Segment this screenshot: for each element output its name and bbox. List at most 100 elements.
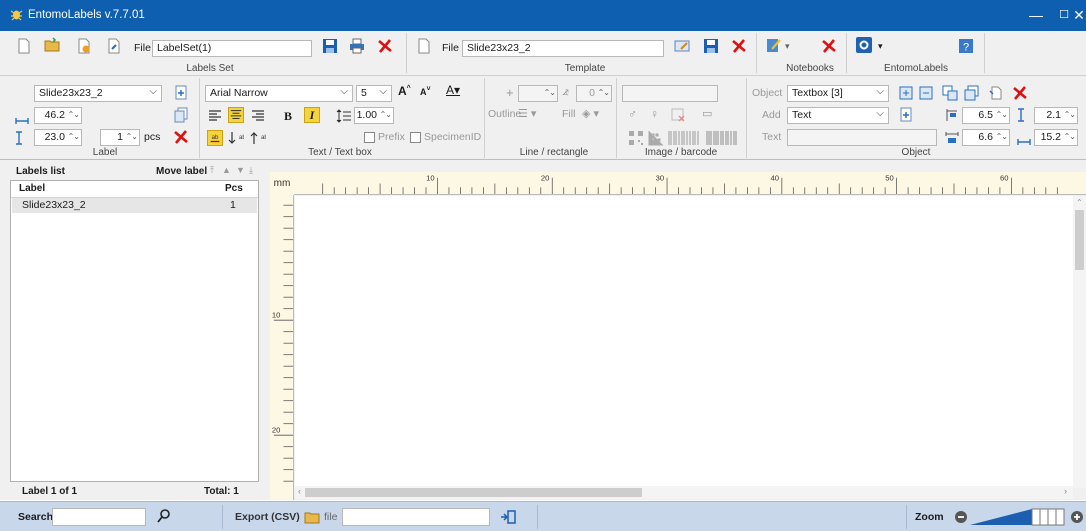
column-label-header[interactable]: Label — [19, 183, 45, 194]
sort-down-icon[interactable]: ab — [228, 130, 244, 146]
export-folder-icon[interactable] — [304, 509, 320, 525]
settings-gear-icon[interactable] — [856, 37, 872, 53]
labels-list[interactable] — [10, 180, 259, 482]
image-path-field[interactable] — [622, 85, 718, 102]
labelset-file-field[interactable]: LabelSet(1) — [152, 40, 312, 57]
save-icon[interactable] — [322, 38, 338, 54]
object-height-spinner[interactable]: 15.2 — [1034, 129, 1078, 146]
labels-list-title: Labels list — [16, 166, 65, 177]
label-width-spinner[interactable]: 46.2 — [34, 107, 82, 124]
object-width-spinner[interactable]: 6.6 — [962, 129, 1010, 146]
import-file-icon[interactable] — [106, 38, 122, 54]
add-object-icon[interactable] — [898, 107, 914, 123]
align-right-icon[interactable] — [250, 108, 266, 124]
export-save-icon[interactable] — [500, 509, 516, 525]
copy-label-icon[interactable] — [173, 107, 189, 123]
delete-x-icon[interactable] — [377, 38, 393, 54]
position-x-spinner[interactable]: 6.5 — [962, 107, 1010, 124]
position-y-spinner[interactable]: 2.1 — [1034, 107, 1078, 124]
specimenid-checkbox[interactable] — [410, 132, 421, 143]
scroll-right-icon[interactable]: › — [1064, 486, 1067, 496]
table-row[interactable]: Slide23x23_2 1 — [12, 198, 257, 213]
notebook-dropdown-arrow-icon[interactable]: ▾ — [785, 41, 790, 52]
move-up-icon[interactable]: ▲ — [222, 165, 231, 175]
duplicate-object-icon[interactable] — [964, 85, 980, 101]
move-front-icon[interactable] — [898, 85, 914, 101]
text-group-title: Text / Text box — [308, 147, 372, 158]
settings-dropdown-arrow-icon[interactable]: ▾ — [878, 41, 883, 52]
new-object-icon[interactable] — [988, 85, 1004, 101]
prefix-checkbox[interactable] — [364, 132, 375, 143]
add-label-icon[interactable] — [173, 85, 189, 101]
italic-button[interactable]: I — [304, 107, 320, 123]
object-width-icon — [945, 132, 959, 143]
column-pcs-header[interactable]: Pcs — [225, 183, 243, 194]
minimize-button[interactable]: — — [1024, 6, 1048, 24]
delete-notebook-icon[interactable] — [821, 38, 837, 54]
datamatrix-icon[interactable] — [648, 130, 664, 146]
move-bottom-icon[interactable]: ⤓ — [249, 165, 253, 176]
label-canvas[interactable] — [295, 196, 1073, 488]
line-width-spinner[interactable] — [518, 85, 558, 102]
line-angle-spinner[interactable]: 0 — [576, 85, 612, 102]
font-size-select[interactable]: 5 — [356, 85, 392, 102]
zoom-in-icon[interactable] — [1069, 509, 1085, 525]
search-icon[interactable] — [156, 508, 172, 524]
qr-code-icon[interactable] — [628, 130, 644, 146]
font-color-icon[interactable]: A▾ — [446, 83, 460, 97]
female-symbol-icon[interactable]: ♀ — [650, 107, 659, 121]
separator — [906, 505, 907, 529]
pcs-spinner[interactable]: 1 — [100, 129, 140, 146]
separator — [846, 33, 847, 73]
scroll-left-icon[interactable]: ‹ — [298, 486, 301, 496]
vertical-scroll-thumb[interactable] — [1075, 210, 1084, 270]
outline-style-select[interactable]: ☰ ▾ — [518, 107, 536, 120]
notebook-edit-icon[interactable] — [766, 37, 782, 53]
zoom-out-icon[interactable] — [953, 509, 969, 525]
text-wrap-icon[interactable]: ab — [207, 130, 223, 146]
male-symbol-icon[interactable]: ♂ — [628, 107, 637, 121]
close-button[interactable]: ✕ — [1072, 6, 1086, 24]
move-top-icon[interactable]: ⤒ — [210, 165, 214, 176]
label-height-spinner[interactable]: 23.0 — [34, 129, 82, 146]
export-file-input[interactable] — [342, 508, 490, 526]
group-objects-icon[interactable] — [942, 85, 958, 101]
label-template-select[interactable]: Slide23x23_2 — [34, 85, 162, 102]
horizontal-ruler: 10 20 30 40 50 60 — [294, 172, 1086, 195]
sort-up-icon[interactable]: ab — [250, 130, 266, 146]
zoom-slider[interactable] — [970, 508, 1066, 526]
align-center-icon[interactable] — [228, 107, 244, 123]
add-object-select[interactable]: Text — [787, 107, 889, 124]
bold-button[interactable]: B — [284, 109, 292, 124]
template-file-field[interactable]: Slide23x23_2 — [462, 40, 664, 57]
add-file-icon[interactable] — [76, 38, 92, 54]
open-folder-icon[interactable] — [44, 37, 60, 53]
delete-template-icon[interactable] — [731, 38, 747, 54]
delete-label-icon[interactable] — [173, 129, 189, 145]
barcode-icon[interactable] — [668, 130, 700, 146]
print-icon[interactable] — [349, 38, 365, 54]
fill-color-select[interactable]: ◈ ▾ — [582, 107, 599, 120]
new-file-icon[interactable] — [16, 38, 32, 54]
align-left-icon[interactable] — [207, 108, 223, 124]
barcode-alt-icon[interactable] — [706, 130, 738, 146]
delete-object-icon[interactable] — [1012, 85, 1028, 101]
new-template-icon[interactable] — [416, 38, 432, 54]
scroll-up-icon[interactable]: ⌃ — [1076, 198, 1083, 207]
save-template-icon[interactable] — [703, 38, 719, 54]
move-back-icon[interactable] — [918, 85, 934, 101]
help-icon[interactable]: ? — [958, 38, 974, 54]
shrink-font-icon[interactable]: A˅ — [420, 86, 431, 97]
object-text-field[interactable] — [787, 129, 937, 146]
image-remove-icon[interactable] — [670, 107, 686, 123]
font-select[interactable]: Arial Narrow — [205, 85, 353, 102]
object-select[interactable]: Textbox [3] — [787, 85, 889, 102]
edit-template-icon[interactable] — [674, 38, 690, 54]
status-bar: Search Export (CSV) file Zoom — [0, 501, 1086, 531]
grow-font-icon[interactable]: A^ — [398, 84, 411, 98]
line-spacing-spinner[interactable]: 1.00 — [354, 107, 394, 124]
move-down-icon[interactable]: ▼ — [236, 165, 245, 175]
horizontal-scroll-thumb[interactable] — [305, 488, 642, 497]
image-folder-icon[interactable]: ▭ — [702, 107, 712, 120]
search-input[interactable] — [52, 508, 146, 526]
